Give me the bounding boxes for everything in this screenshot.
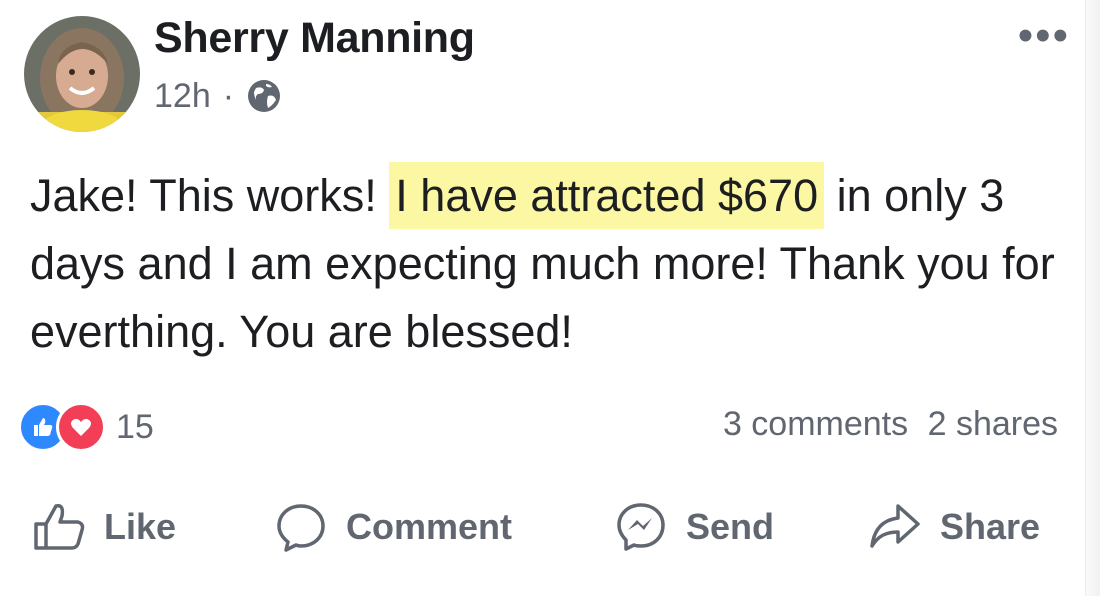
messenger-icon <box>617 503 665 551</box>
meta-separator: · <box>222 76 235 115</box>
globe-icon <box>244 76 284 116</box>
author-name[interactable]: Sherry Manning <box>154 14 475 63</box>
post-actions: Like Comment Send Share <box>0 492 1086 562</box>
post-text-intro: Jake! This works! <box>30 170 377 221</box>
thumbs-up-icon <box>34 503 85 550</box>
send-label: Send <box>686 506 775 547</box>
comments-count[interactable]: 3 comments <box>723 405 908 443</box>
love-reaction-icon <box>56 402 106 452</box>
shares-count[interactable]: 2 shares <box>928 405 1058 443</box>
comment-label: Comment <box>346 506 513 547</box>
post-meta: 12h · <box>154 76 284 116</box>
reaction-count: 15 <box>116 407 154 446</box>
comment-button[interactable]: Comment <box>274 492 512 562</box>
share-label: Share <box>940 506 1041 547</box>
share-arrow-icon <box>870 504 920 548</box>
scroll-edge <box>1085 0 1100 596</box>
like-label: Like <box>104 506 177 547</box>
like-button[interactable]: Like <box>32 492 176 562</box>
comment-icon <box>277 504 325 552</box>
author-avatar[interactable] <box>24 16 140 132</box>
post-timestamp[interactable]: 12h <box>154 77 211 116</box>
engagement-stats: 3 comments 2 shares <box>723 402 1058 446</box>
post-text-highlight: I have attracted $670 <box>389 162 825 229</box>
reaction-summary[interactable]: 15 <box>18 402 154 452</box>
more-options-icon[interactable]: ••• <box>1018 14 1070 58</box>
post-text: Jake! This works! I have attracted $670 … <box>30 162 1060 366</box>
send-button[interactable]: Send <box>614 492 774 562</box>
share-button[interactable]: Share <box>868 492 1040 562</box>
